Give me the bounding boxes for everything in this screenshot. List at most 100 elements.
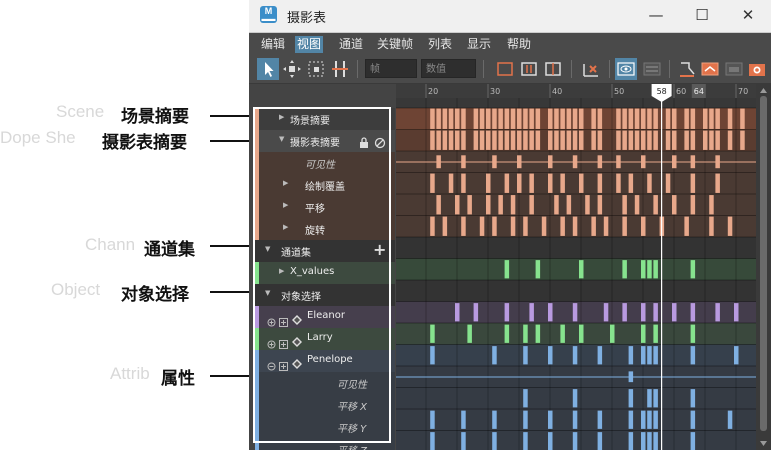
center-current-icon[interactable] <box>543 58 563 80</box>
keyframe-tick <box>436 130 441 150</box>
expand-arrow-icon[interactable]: ▶ <box>283 179 288 187</box>
outliner-row-dopesheet-summary[interactable]: ▼ 摄影表摘要 <box>255 130 395 152</box>
keyframe-tick <box>473 303 479 322</box>
auto-key-icon[interactable] <box>699 58 721 80</box>
keyframe-tick <box>634 130 640 150</box>
close-button[interactable]: ✕ <box>733 5 763 25</box>
menu-list[interactable]: 列表 <box>426 36 454 53</box>
keyframe-tick <box>690 303 696 322</box>
collapse-arrow-icon[interactable]: ▼ <box>265 245 270 253</box>
minimize-button[interactable]: — <box>641 5 671 25</box>
keyframe-tick <box>529 303 534 322</box>
keyframe-tick <box>504 260 510 279</box>
keyframe-tick <box>579 108 584 129</box>
keyframe-tick <box>641 260 646 279</box>
toolbar-separator <box>357 60 358 78</box>
keyframe-tick <box>665 173 671 193</box>
outliner-row-channel-sets[interactable]: ▼ 通道集 + <box>255 240 395 262</box>
ghost-text-object: Object <box>51 280 101 299</box>
callout-leader <box>210 375 254 377</box>
outliner-row-attribute[interactable]: 平移 Y <box>255 416 395 438</box>
outliner-row-object[interactable]: Eleanor <box>255 306 395 328</box>
scale-key-icon[interactable] <box>305 58 327 80</box>
keyframe-tick <box>517 108 522 129</box>
outliner-row-attribute[interactable]: 平移 X <box>255 394 395 416</box>
keyframe-tick <box>510 195 516 215</box>
keyframe-tick <box>653 108 658 129</box>
expand-arrow-icon[interactable]: ▶ <box>283 223 288 231</box>
keyframe-tick <box>641 303 646 322</box>
menu-channel[interactable]: 通道 <box>337 36 365 53</box>
keyframe-tick <box>727 216 733 236</box>
keyframe-tick <box>641 130 646 150</box>
expand-arrow-icon[interactable]: ▶ <box>283 201 288 209</box>
callout-leader <box>210 140 254 142</box>
value-field[interactable]: 数值 <box>421 59 476 78</box>
keyframe-tick <box>641 324 646 343</box>
keyframe-tick <box>622 303 627 322</box>
bake-icon[interactable] <box>723 58 745 80</box>
outliner-row-object[interactable]: Penelope <box>255 350 395 372</box>
keyframe-tick <box>535 130 541 150</box>
outliner-row-attribute[interactable]: ▶ 绘制覆盖 <box>255 174 395 196</box>
lock-icon[interactable] <box>359 134 369 153</box>
menu-keys[interactable]: 关键帧 <box>375 36 415 53</box>
frame-field[interactable]: 帧 <box>365 59 417 78</box>
keyframe-tick <box>560 216 565 236</box>
move-key-icon[interactable] <box>281 58 303 80</box>
outliner-row-attribute[interactable]: 可见性 <box>255 152 395 174</box>
keyframe-tick <box>684 108 689 129</box>
keyframe-tick <box>467 324 472 343</box>
dopesheet-summary-icon[interactable] <box>615 58 637 80</box>
menu-view[interactable]: 视图 <box>295 36 324 53</box>
keyframe-tick <box>492 130 497 150</box>
outliner-label: X_values <box>290 266 335 277</box>
expand-arrow-icon[interactable]: ▶ <box>279 267 284 275</box>
outliner-label: 摄影表摘要 <box>290 138 340 149</box>
keyframe-tick <box>622 130 627 150</box>
collapse-arrow-icon[interactable]: ▼ <box>265 289 270 297</box>
outliner-row-channel-set[interactable]: ▶ X_values <box>255 262 395 284</box>
frame-playback-icon[interactable] <box>519 58 539 80</box>
dopesheet-graph[interactable]: 20 30 40 50 60 70 64 58 <box>396 84 756 450</box>
maximize-button[interactable]: ☐ <box>687 5 717 25</box>
keyframe-tick <box>479 216 485 236</box>
keyframe-canvas[interactable]: 20 30 40 50 60 70 64 58 <box>396 84 756 450</box>
toolbar-separator <box>609 60 610 78</box>
outliner-row-attribute[interactable]: ▶ 平移 <box>255 196 395 218</box>
keyframe-tick <box>647 346 652 365</box>
keyframe-tick <box>579 173 584 193</box>
keyframe-tick <box>504 303 510 322</box>
menu-edit[interactable]: 编辑 <box>259 36 287 53</box>
outliner-row-attribute[interactable]: ▶ 旋转 <box>255 218 395 240</box>
outliner-row-attribute[interactable]: 可见性 <box>255 372 395 394</box>
snap-icon[interactable] <box>677 58 697 80</box>
menu-display[interactable]: 显示 <box>465 36 493 53</box>
scene-summary-icon[interactable] <box>641 58 663 80</box>
keyframe-tick <box>622 108 627 129</box>
keyframe-tick <box>523 324 528 343</box>
delete-key-icon[interactable] <box>581 58 601 80</box>
collapse-arrow-icon[interactable]: ▼ <box>279 135 284 143</box>
frame-all-icon[interactable] <box>495 58 515 80</box>
outliner-row-object[interactable]: Larry <box>255 328 395 350</box>
keyframe-tick <box>641 108 646 129</box>
outliner-row-attribute[interactable]: 平移 Z <box>255 438 395 450</box>
add-icon[interactable]: + <box>373 240 386 259</box>
camera-icon[interactable] <box>747 58 767 80</box>
outliner-row-scene-summary[interactable]: ▶ 场景摘要 <box>255 108 395 130</box>
menu-help[interactable]: 帮助 <box>505 36 533 53</box>
insert-key-icon[interactable] <box>329 58 351 80</box>
keyframe-tick <box>709 216 714 236</box>
vertical-scrollbar[interactable] <box>756 84 771 450</box>
keyframe-tick <box>579 324 584 343</box>
outliner-row-object-selection[interactable]: ▼ 对象选择 <box>255 284 395 306</box>
keyframe-tick <box>603 303 609 322</box>
keyframe-tick <box>461 173 466 193</box>
graph-row <box>396 323 756 345</box>
keyframe-tick <box>548 432 553 450</box>
callout-scene-summary: 场景摘要 <box>121 107 189 127</box>
expand-arrow-icon[interactable]: ▶ <box>279 113 284 121</box>
select-arrow-icon[interactable] <box>257 58 279 80</box>
mute-icon[interactable] <box>374 134 386 153</box>
